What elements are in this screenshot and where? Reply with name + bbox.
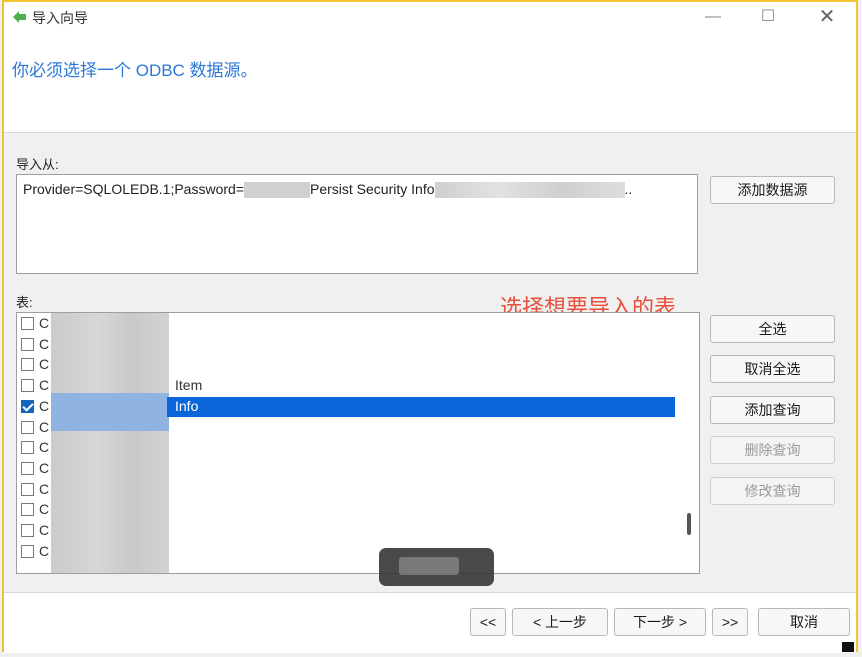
table-row[interactable]: C — [17, 314, 683, 334]
next-step-button[interactable]: 下一步 > — [614, 608, 706, 636]
table-row[interactable]: C — [17, 355, 683, 375]
redacted-connection-details — [434, 182, 625, 199]
select-all-button[interactable]: 全选 — [710, 315, 835, 343]
overlay-toast — [379, 548, 494, 586]
scrollbar-thumb[interactable] — [687, 513, 691, 535]
table-row-name: Info — [175, 398, 199, 414]
redacted-password — [244, 182, 310, 199]
import-wizard-icon — [13, 11, 26, 23]
redacted-toast-text — [399, 557, 459, 575]
table-row[interactable]: C — [17, 500, 683, 520]
table-checkbox[interactable] — [21, 441, 34, 454]
table-row-prefix: C — [39, 419, 50, 435]
table-checkbox[interactable] — [21, 545, 34, 558]
connection-string: Provider=SQLOLEDB.1;Password= Persist Sec… — [23, 181, 633, 199]
first-step-button[interactable]: << — [470, 608, 506, 636]
corner-mark — [842, 642, 854, 652]
minimize-button[interactable]: — — [692, 4, 734, 30]
add-query-button[interactable]: 添加查询 — [710, 396, 835, 424]
table-row[interactable]: C — [17, 480, 683, 500]
table-row[interactable]: C — [17, 521, 683, 541]
table-row-prefix: C — [39, 398, 50, 414]
table-checkbox[interactable] — [21, 317, 34, 330]
instruction-text: 你必须选择一个 ODBC 数据源。 — [12, 61, 258, 80]
table-checkbox[interactable] — [21, 462, 34, 475]
bottom-bar: << < 上一步 下一步 > >> 取消 — [4, 592, 856, 653]
close-button[interactable]: ✕ — [806, 4, 848, 30]
table-checkbox[interactable] — [21, 524, 34, 537]
table-checkbox[interactable] — [21, 421, 34, 434]
table-row-name: Item — [175, 377, 203, 393]
header-area: 你必须选择一个 ODBC 数据源。 — [4, 34, 856, 133]
connection-string-mid: Persist Security Info — [310, 181, 435, 197]
table-row-prefix: C — [39, 377, 50, 393]
deselect-all-button[interactable]: 取消全选 — [710, 355, 835, 383]
maximize-button[interactable]: ☐ — [747, 4, 789, 30]
connection-string-suffix: .. — [624, 181, 633, 197]
previous-step-button[interactable]: < 上一步 — [512, 608, 608, 636]
table-row[interactable]: C — [17, 335, 683, 355]
title-bar: 导入向导 — ☐ ✕ — [4, 2, 856, 34]
table-checkbox[interactable] — [21, 503, 34, 516]
table-checkbox[interactable] — [21, 338, 34, 351]
modify-query-button[interactable]: 修改查询 — [710, 477, 835, 505]
table-checkbox[interactable] — [21, 483, 34, 496]
table-row-prefix: C — [39, 501, 50, 517]
table-row[interactable]: C Info — [17, 397, 683, 417]
tables-label: 表: — [16, 295, 33, 310]
last-step-button[interactable]: >> — [712, 608, 748, 636]
window-title: 导入向导 — [32, 10, 88, 26]
table-row-prefix: C — [39, 522, 50, 538]
table-row-prefix: C — [39, 315, 50, 331]
import-wizard-window: 导入向导 — ☐ ✕ 你必须选择一个 ODBC 数据源。 导入从: Provid… — [2, 0, 858, 653]
table-checkbox[interactable] — [21, 400, 34, 413]
table-row-prefix: C — [39, 439, 50, 455]
table-row-prefix: C — [39, 543, 50, 559]
delete-query-button[interactable]: 删除查询 — [710, 436, 835, 464]
table-row[interactable]: C Item — [17, 376, 683, 396]
table-checkbox[interactable] — [21, 379, 34, 392]
connection-string-box[interactable]: Provider=SQLOLEDB.1;Password= Persist Sec… — [16, 174, 698, 274]
table-row[interactable]: C — [17, 438, 683, 458]
cancel-button[interactable]: 取消 — [758, 608, 850, 636]
table-checkbox[interactable] — [21, 358, 34, 371]
table-row-prefix: C — [39, 336, 50, 352]
add-datasource-button[interactable]: 添加数据源 — [710, 176, 835, 204]
selection-highlight — [167, 397, 675, 417]
table-row-prefix: C — [39, 481, 50, 497]
connection-string-prefix: Provider=SQLOLEDB.1;Password= — [23, 181, 244, 197]
table-row-prefix: C — [39, 356, 50, 372]
table-row-prefix: C — [39, 460, 50, 476]
table-row[interactable]: C — [17, 418, 683, 438]
import-from-label: 导入从: — [16, 157, 59, 172]
table-list[interactable]: C C C C Item C Info C C C C C C C — [16, 312, 700, 574]
table-row[interactable]: C — [17, 542, 683, 562]
table-row[interactable]: C — [17, 459, 683, 479]
